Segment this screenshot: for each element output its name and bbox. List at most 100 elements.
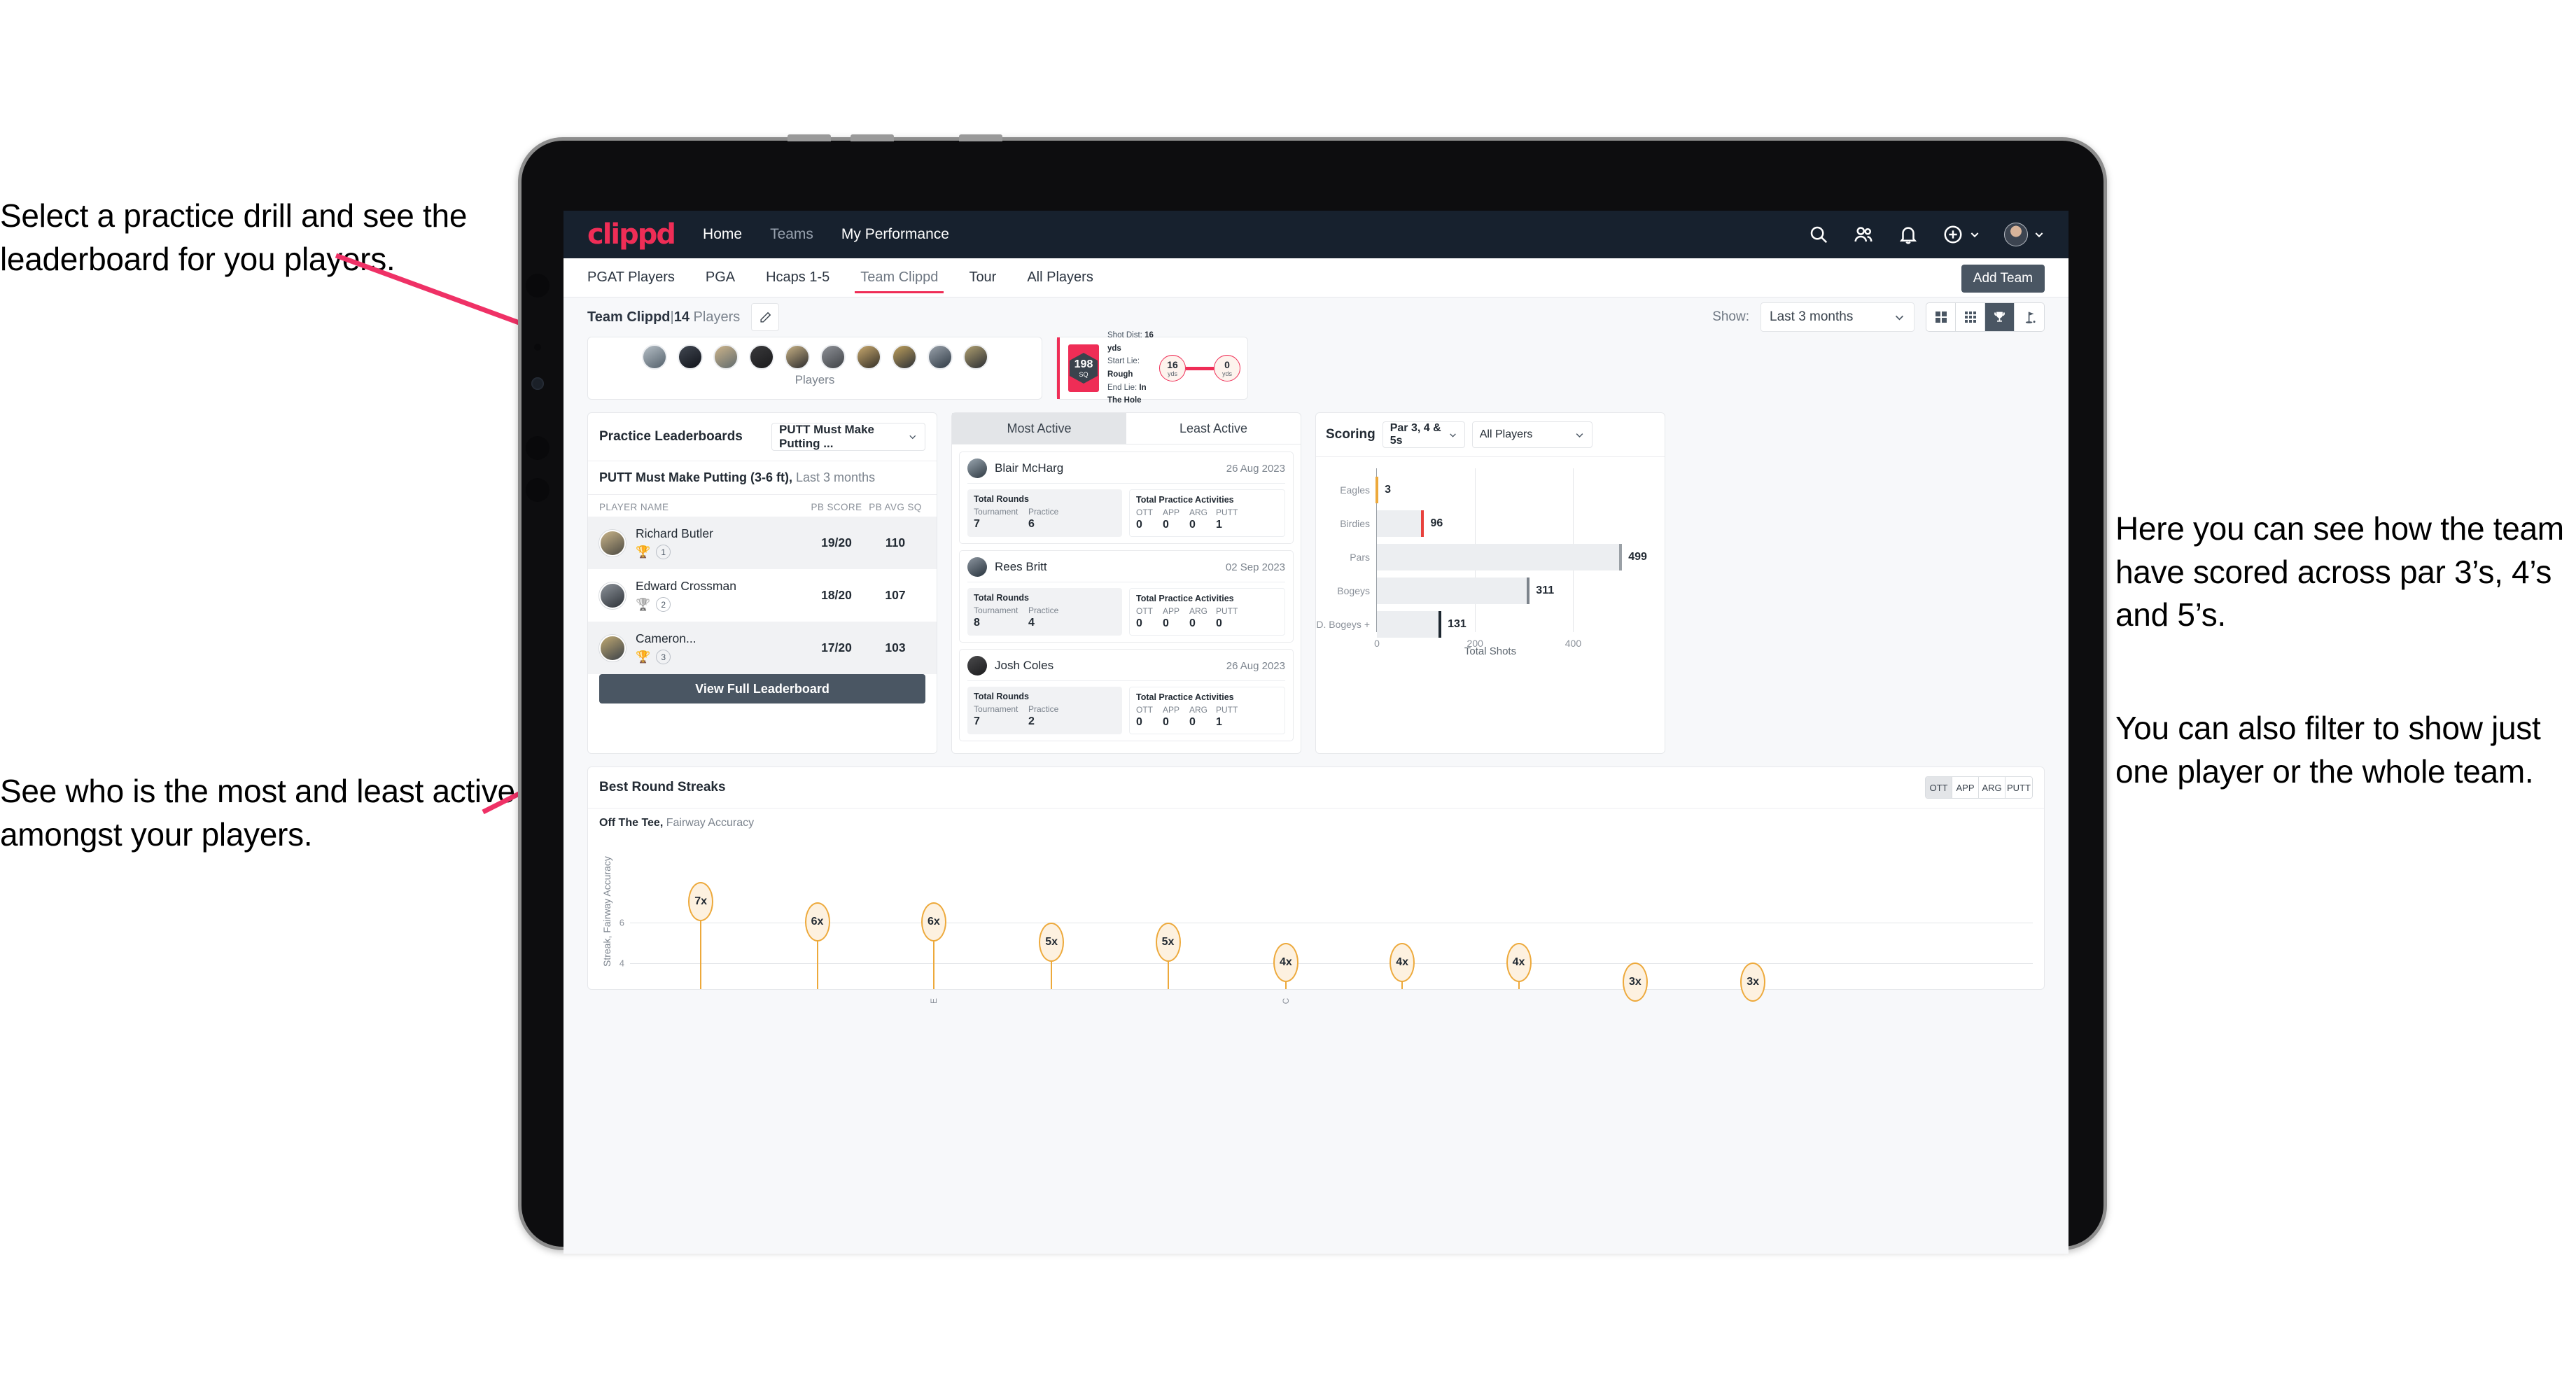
rank-badge: 2: [656, 597, 671, 612]
tab-hcaps-1-5[interactable]: Hcaps 1-5: [766, 258, 830, 298]
player-avatar[interactable]: [820, 344, 846, 370]
list-item[interactable]: Josh Coles 26 Aug 2023 Total Rounds Tour…: [959, 649, 1294, 741]
tab-pga[interactable]: PGA: [706, 258, 735, 298]
player-avatar[interactable]: [677, 344, 703, 370]
list-item[interactable]: Blair McHarg 26 Aug 2023 Total Rounds To…: [959, 451, 1294, 544]
player-avatar[interactable]: [713, 344, 738, 370]
practice-key-app: APP: [1163, 507, 1180, 517]
tab-team-clippd[interactable]: Team Clippd: [855, 258, 944, 298]
streak-item[interactable]: 4x C: [1273, 943, 1298, 1004]
player-filter-value: All Players: [1479, 428, 1533, 440]
streak-item[interactable]: 6x E: [920, 902, 946, 1004]
chevron-down-icon[interactable]: [2033, 229, 2045, 240]
player-avatar[interactable]: [784, 344, 810, 370]
clippd-logo[interactable]: clippd: [587, 220, 676, 248]
tablet-speaker-dot-1: [526, 436, 550, 460]
rounds-key-tournament: Tournament: [974, 704, 1018, 714]
player-name: Edward Crossman: [636, 579, 736, 593]
table-row[interactable]: Cameron... 🏆 3 17/20 103: [588, 622, 937, 674]
chevron-down-icon[interactable]: [1969, 229, 1980, 240]
middle-row: Practice Leaderboards PUTT Must Make Put…: [587, 412, 2045, 754]
activity-list: Blair McHarg 26 Aug 2023 Total Rounds To…: [952, 444, 1301, 753]
segment-app[interactable]: APP: [1952, 777, 1979, 798]
players-label: Players: [794, 373, 835, 386]
tablet-camera-lens: [531, 377, 544, 390]
list-item[interactable]: Rees Britt 02 Sep 2023 Total Rounds Tour…: [959, 550, 1294, 643]
segment-putt[interactable]: PUTT: [2005, 777, 2032, 798]
streak-item[interactable]: 5x: [1039, 923, 1065, 989]
streak-bubble: 3x: [1740, 962, 1766, 1002]
view-full-leaderboard-button[interactable]: View Full Leaderboard: [599, 674, 925, 704]
chevron-down-icon: [1449, 433, 1456, 438]
streak-item[interactable]: 4x: [1390, 943, 1415, 989]
nav-teams[interactable]: Teams: [770, 226, 813, 243]
shot-dist-key: Shot Dist:: [1107, 331, 1142, 340]
avatar[interactable]: [2004, 223, 2028, 246]
player-avatar[interactable]: [748, 344, 774, 370]
distance-connector: [1186, 366, 1214, 370]
tablet-frame: clippd Home Teams My Performance PGAT Pl…: [518, 134, 2107, 1254]
streak-item[interactable]: 6x: [804, 902, 830, 989]
people-icon[interactable]: [1853, 224, 1874, 245]
total-rounds-box: Total Rounds Tournament Practice 7 6: [967, 489, 1122, 537]
rounds-key-tournament: Tournament: [974, 606, 1018, 615]
search-icon[interactable]: [1808, 224, 1829, 245]
nav-my-performance[interactable]: My Performance: [841, 226, 949, 243]
top-row: Players 198 SQ Shot Dist: 16 yds Start L…: [587, 331, 2045, 405]
player-avatar[interactable]: [962, 344, 988, 370]
pb-avg-sq: 103: [885, 640, 906, 654]
drill-select[interactable]: PUTT Must Make Putting ...: [771, 423, 925, 451]
player-avatar[interactable]: [855, 344, 881, 370]
bar-row: Birdies 96: [1340, 510, 1642, 537]
practice-key-app: APP: [1163, 606, 1180, 616]
tab-all-players[interactable]: All Players: [1027, 258, 1093, 298]
add-menu[interactable]: [1942, 224, 1980, 245]
tab-tour[interactable]: Tour: [969, 258, 996, 298]
segment-ott[interactable]: OTT: [1926, 777, 1952, 798]
streak-item[interactable]: 7x: [688, 882, 714, 989]
streaks-subtitle: Off The Tee, Fairway Accuracy: [588, 808, 2044, 830]
show-range-select[interactable]: Last 3 months: [1760, 302, 1914, 332]
player-name: Josh Coles: [995, 659, 1054, 672]
avatar: [967, 557, 987, 577]
app-screen: clippd Home Teams My Performance PGAT Pl…: [564, 211, 2068, 1254]
y-tick: 4: [619, 958, 624, 969]
tab-most-active[interactable]: Most Active: [952, 413, 1126, 444]
practice-activities-title: Total Practice Activities: [1136, 495, 1234, 505]
streak-item[interactable]: 5x: [1155, 923, 1181, 989]
streak-item[interactable]: 3x: [1740, 962, 1766, 1002]
table-row[interactable]: Edward Crossman 🏆 2 18/20 107: [588, 569, 937, 622]
tablet-speaker-dot-2: [526, 478, 550, 502]
practice-leaderboard-title: Practice Leaderboards: [599, 429, 743, 444]
streak-item[interactable]: 3x: [1622, 962, 1648, 1002]
player-avatar[interactable]: [641, 344, 667, 370]
player-avatar[interactable]: [927, 344, 953, 370]
par-filter-select[interactable]: Par 3, 4 & 5s: [1382, 421, 1465, 448]
view-trophy-button[interactable]: [1985, 303, 2015, 331]
bar: 499: [1377, 544, 1647, 570]
tab-pgat-players[interactable]: PGAT Players: [587, 258, 675, 298]
rounds-value-practice: 4: [1028, 617, 1035, 629]
view-grid-small-button[interactable]: [1956, 303, 1985, 331]
drill-name: PUTT Must Make Putting (3-6 ft),: [599, 470, 792, 484]
add-team-button[interactable]: Add Team: [1961, 265, 2045, 293]
practice-key-arg: ARG: [1189, 705, 1208, 715]
tab-least-active[interactable]: Least Active: [1126, 413, 1301, 444]
chevron-down-icon: [1895, 315, 1904, 321]
profile-menu[interactable]: [2004, 223, 2045, 246]
practice-activities-box: Total Practice Activities OTT APP ARG PUTT …: [1129, 489, 1285, 537]
player-filter-select[interactable]: All Players: [1471, 421, 1592, 448]
streak-bubble: 4x: [1506, 943, 1532, 982]
edit-team-button[interactable]: [751, 303, 780, 331]
nav-home[interactable]: Home: [703, 226, 742, 243]
plus-circle-icon[interactable]: [1942, 224, 1963, 245]
segment-arg[interactable]: ARG: [1979, 777, 2005, 798]
table-row[interactable]: Richard Butler 🏆 1 19/20 110: [588, 517, 937, 569]
bell-icon[interactable]: [1898, 224, 1919, 245]
view-grid-large-button[interactable]: [1926, 303, 1956, 331]
end-lie-key: End Lie:: [1107, 383, 1138, 392]
player-avatar[interactable]: [891, 344, 917, 370]
bar: 131: [1377, 611, 1466, 638]
streak-item[interactable]: 4x: [1506, 943, 1532, 989]
view-golf-flag-button[interactable]: [2015, 303, 2044, 331]
